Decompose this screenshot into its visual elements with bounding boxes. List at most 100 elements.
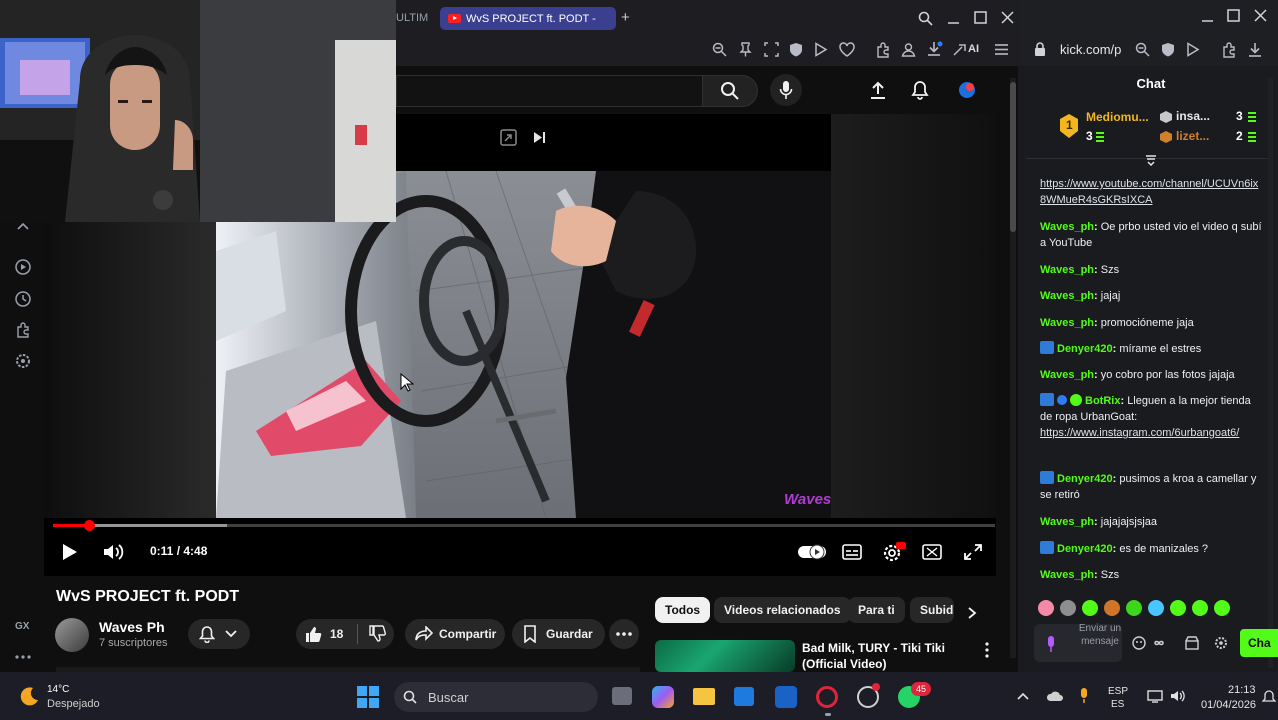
more-dots-icon[interactable] [15,654,31,660]
outlook-icon[interactable] [775,686,797,708]
chat-play-icon[interactable] [1186,42,1200,57]
message-link[interactable]: https://www.youtube.com/channel/UCUVn6ix… [1040,178,1258,206]
settings-nav-icon[interactable] [15,353,31,369]
active-tab[interactable]: WvS PROJECT ft. PODT - [440,7,616,30]
play-toolbar-icon[interactable] [814,42,828,57]
autoplay-toggle[interactable] [797,543,827,561]
taskbar-search-box[interactable]: Buscar [394,682,598,712]
ai-label[interactable]: AI [968,43,979,55]
menu-icon[interactable] [994,43,1009,56]
channel-name[interactable]: Waves Ph [99,619,165,635]
collapse-arrow-icon[interactable] [15,219,31,235]
weather-moon-icon[interactable] [18,685,40,707]
message-user[interactable]: Waves_ph [1040,290,1094,302]
history-icon[interactable] [15,291,31,307]
heart-icon[interactable] [839,42,855,57]
leader-3-name[interactable]: lizet... [1176,129,1209,143]
emote-heart-icon[interactable] [1038,600,1054,616]
opera-gx-icon[interactable] [816,686,838,708]
emote-green-icon[interactable] [1170,600,1186,616]
search-tabs-icon[interactable] [918,11,933,26]
new-tab-button[interactable]: + [621,9,630,26]
chat-url[interactable]: kick.com/p [1060,42,1121,57]
more-actions-button[interactable] [609,619,639,649]
emote-thumbs-icon[interactable] [1214,600,1230,616]
input-language-line2[interactable]: ES [1111,698,1124,711]
player-nav-icon[interactable] [15,259,31,275]
infinity-icon[interactable] [1151,637,1167,649]
account-icon[interactable] [901,42,916,57]
download-icon[interactable] [927,41,943,57]
chat-emoji-icon[interactable] [1132,636,1146,650]
close-icon[interactable] [1001,11,1014,24]
page-scrollbar-thumb[interactable] [1010,82,1016,232]
message-user[interactable]: Waves_ph [1040,369,1094,381]
volume-icon[interactable] [103,543,125,561]
voice-message-icon[interactable] [1046,636,1056,652]
emote-kick-icon[interactable] [1082,600,1098,616]
file-explorer-icon[interactable] [693,688,715,705]
subscribe-notifications-button[interactable] [188,619,250,649]
save-button[interactable]: Guardar [512,619,605,649]
gx-label[interactable]: GX [15,621,29,632]
channel-avatar[interactable] [55,618,89,652]
extensions-icon[interactable] [875,42,891,58]
ai-icon[interactable] [953,43,969,56]
emote-blue-icon[interactable] [1148,600,1164,616]
chevron-right-icon[interactable] [966,606,978,620]
message-user[interactable]: Denyer420 [1057,343,1113,355]
zoom-out-icon[interactable] [712,42,727,57]
taskview-icon[interactable] [612,687,632,705]
chat-send-button[interactable]: Cha [1240,629,1278,657]
emote-cat-icon[interactable] [1060,600,1076,616]
chat-settings-icon[interactable] [1214,636,1228,650]
weather-temperature[interactable]: 14°C [47,684,69,695]
picture-in-picture-icon[interactable] [500,129,517,146]
chat-store-icon[interactable] [1185,636,1199,650]
chat-close-icon[interactable] [1254,9,1267,22]
network-icon[interactable] [1147,690,1163,703]
copilot-icon[interactable] [652,686,674,708]
chip-uploaded[interactable]: Subid [910,597,954,623]
fullscreen-icon[interactable] [964,544,982,560]
speaker-icon[interactable] [1170,689,1186,703]
notification-center-icon[interactable] [1262,690,1276,704]
emote-box-icon[interactable] [1104,600,1120,616]
message-user[interactable]: Waves_ph [1040,221,1094,233]
recommended-video-title[interactable]: Bad Milk, TURY - Tiki Tiki (Official Vid… [802,640,982,672]
more-vertical-icon[interactable] [984,642,990,658]
clock-time[interactable]: 21:13 [1228,684,1256,697]
maximize-icon[interactable] [974,11,987,24]
scrubber-handle[interactable] [84,520,95,531]
youtube-search-button[interactable] [702,75,758,107]
video-frame[interactable]: Waves [216,171,831,518]
weather-condition[interactable]: Despejado [47,698,100,710]
chip-todos[interactable]: Todos [655,597,711,623]
partial-tab-label[interactable]: ULTIM [396,12,428,24]
recommended-video-thumbnail[interactable] [655,640,795,672]
play-icon[interactable] [62,543,78,561]
settings-gear-icon[interactable] [882,541,906,563]
message-user[interactable]: Waves_ph [1040,516,1094,528]
like-count[interactable]: 18 [330,627,343,641]
expand-leaderboard-icon[interactable] [1144,152,1158,166]
pin-icon[interactable] [739,42,752,57]
leader-2-name[interactable]: insa... [1176,109,1210,123]
extensions-nav-icon[interactable] [15,322,31,338]
message-user[interactable]: BotRix [1085,395,1120,407]
dislike-icon[interactable] [368,625,387,643]
notifications-bell-icon[interactable] [910,80,930,100]
message-user[interactable]: Waves_ph [1040,264,1094,276]
emote-frog-icon[interactable] [1126,600,1142,616]
chip-for-you[interactable]: Para ti [848,597,905,623]
screenshot-icon[interactable] [764,42,779,57]
subtitles-icon[interactable] [842,544,862,560]
upload-icon[interactable] [868,80,888,100]
clock-date[interactable]: 01/04/2026 [1201,699,1256,712]
message-user[interactable]: Waves_ph [1040,569,1094,581]
chat-minimize-icon[interactable] [1201,11,1214,24]
store-icon[interactable] [734,687,754,706]
shield-icon[interactable] [789,42,803,57]
input-language-line1[interactable]: ESP [1108,685,1128,698]
chat-zoom-out-icon[interactable] [1135,42,1150,57]
